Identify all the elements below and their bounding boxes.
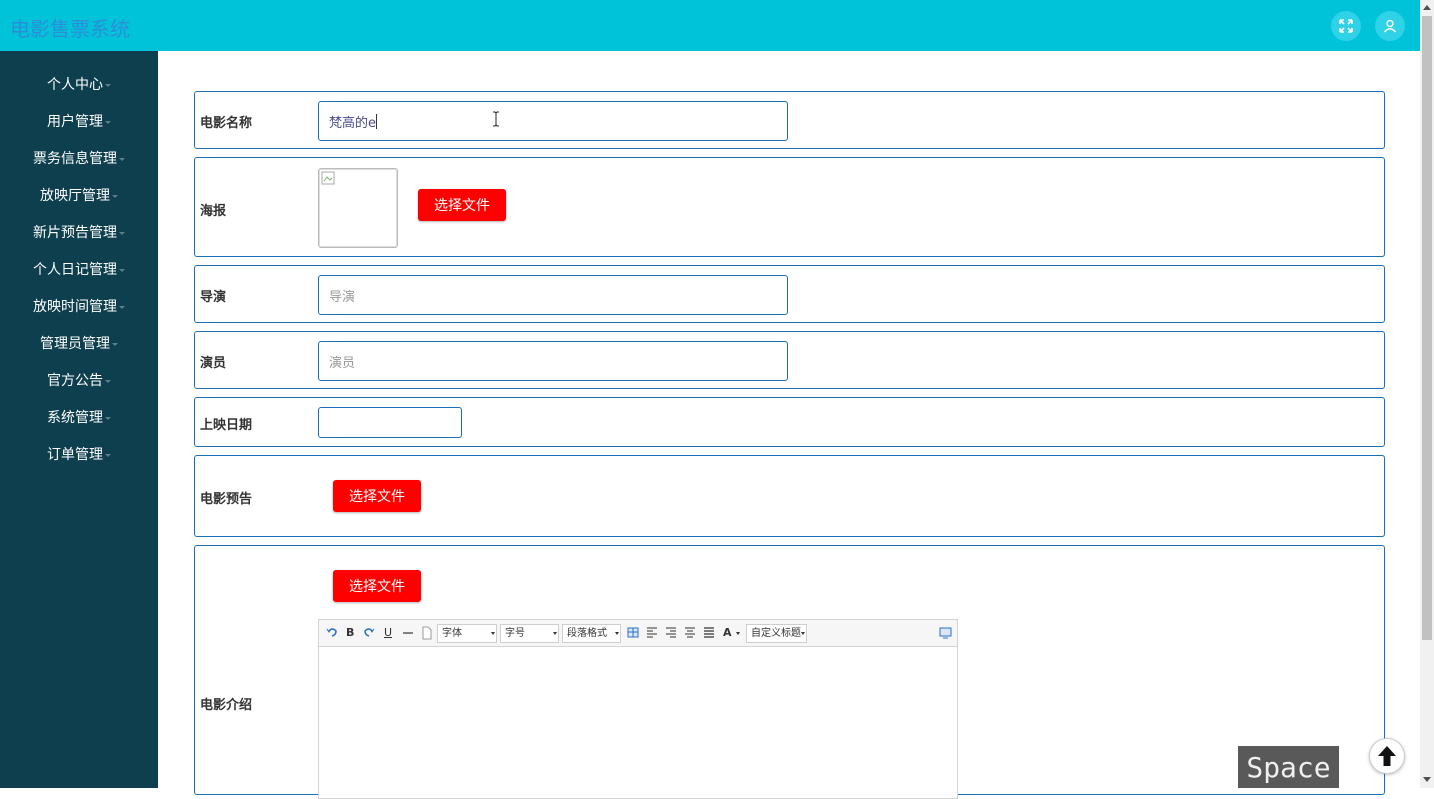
caret-down-icon [119, 305, 125, 309]
sidebar-item-admin-management[interactable]: 管理员管理 [0, 332, 158, 356]
horizontal-rule-icon[interactable] [402, 624, 414, 642]
fullscreen-button[interactable] [1331, 11, 1361, 41]
sidebar-item-ticket-management[interactable]: 票务信息管理 [0, 147, 158, 171]
movie-name-label: 电影名称 [200, 116, 253, 131]
sidebar-item-user-management[interactable]: 用户管理 [0, 110, 158, 134]
form-row-intro: 电影介绍 选择文件 B U 字体 字号 段落格式 A 自定义标题 [194, 545, 1385, 799]
editor-toolbar: B U 字体 字号 段落格式 A 自定义标题 [319, 620, 957, 647]
font-family-select[interactable]: 字体 [437, 624, 497, 643]
preview-icon[interactable] [939, 624, 952, 642]
trailer-label: 电影预告 [200, 492, 253, 507]
form-row-director: 导演 导演 [194, 265, 1385, 323]
chevron-down-icon [491, 632, 495, 635]
form-row-trailer: 电影预告 选择文件 [194, 455, 1385, 537]
fullscreen-icon [1339, 19, 1353, 33]
caret-down-icon [112, 194, 118, 198]
intro-label: 电影介绍 [200, 698, 253, 713]
font-size-select[interactable]: 字号 [500, 624, 559, 643]
font-color-button[interactable]: A [723, 624, 732, 642]
user-button[interactable] [1375, 11, 1405, 41]
key-press-badge: Space [1238, 746, 1339, 788]
caret-down-icon [119, 268, 125, 272]
caret-down-icon [119, 231, 125, 235]
sidebar-item-system-management[interactable]: 系统管理 [0, 406, 158, 430]
align-center-icon[interactable] [684, 624, 696, 642]
sidebar-item-hall-management[interactable]: 放映厅管理 [0, 184, 158, 208]
director-input[interactable]: 导演 [318, 275, 788, 315]
bold-button[interactable]: B [346, 624, 354, 642]
release-date-input[interactable] [318, 407, 462, 438]
text-cursor-icon [493, 111, 499, 127]
rich-text-editor: B U 字体 字号 段落格式 A 自定义标题 [318, 619, 958, 799]
arrow-up-icon [1378, 746, 1396, 766]
sidebar: 个人中心 用户管理 票务信息管理 放映厅管理 新片预告管理 个人日记管理 放映时… [0, 51, 158, 788]
scroll-down-icon[interactable] [1423, 777, 1431, 782]
caret-down-icon [119, 157, 125, 161]
director-label: 导演 [200, 290, 227, 305]
broken-image-icon [321, 171, 335, 185]
chevron-down-icon [736, 632, 740, 635]
user-icon [1383, 19, 1397, 33]
scrollbar-thumb[interactable] [1422, 16, 1432, 640]
actors-input[interactable]: 演员 [318, 341, 788, 381]
caret-down-icon [105, 416, 111, 420]
caret-down-icon [105, 379, 111, 383]
actors-label: 演员 [200, 356, 227, 371]
align-left-icon[interactable] [646, 624, 658, 642]
align-justify-icon[interactable] [703, 624, 715, 642]
movie-name-input[interactable]: 梵高的e [318, 101, 788, 141]
form-row-release-date: 上映日期 [194, 397, 1385, 447]
chevron-down-icon [801, 632, 805, 635]
sidebar-item-showtime-management[interactable]: 放映时间管理 [0, 295, 158, 319]
table-icon[interactable] [627, 624, 639, 642]
align-right-icon[interactable] [665, 624, 677, 642]
top-bar: 电影售票系统 [0, 0, 1420, 51]
undo-icon[interactable] [326, 624, 338, 642]
chevron-down-icon [553, 632, 557, 635]
form-row-movie-name: 电影名称 梵高的e [194, 91, 1385, 149]
app-title: 电影售票系统 [10, 17, 130, 41]
sidebar-item-announcements[interactable]: 官方公告 [0, 369, 158, 393]
paragraph-format-select[interactable]: 段落格式 [562, 624, 621, 643]
form-row-actors: 演员 演员 [194, 331, 1385, 389]
caret-down-icon [112, 342, 118, 346]
text-caret [376, 113, 377, 129]
chevron-down-icon [615, 632, 619, 635]
document-icon[interactable] [422, 624, 432, 642]
sidebar-item-trailer-management[interactable]: 新片预告管理 [0, 221, 158, 245]
poster-preview [318, 168, 398, 248]
sidebar-item-personal-center[interactable]: 个人中心 [0, 73, 158, 97]
caret-down-icon [105, 120, 111, 124]
trailer-choose-file-button[interactable]: 选择文件 [333, 480, 421, 512]
custom-title-select[interactable]: 自定义标题 [746, 624, 807, 643]
form-row-poster: 海报 选择文件 [194, 157, 1385, 257]
sidebar-item-diary-management[interactable]: 个人日记管理 [0, 258, 158, 282]
redo-icon[interactable] [363, 624, 375, 642]
scroll-up-icon[interactable] [1423, 5, 1431, 10]
caret-down-icon [105, 83, 111, 87]
caret-down-icon [105, 453, 111, 457]
underline-button[interactable]: U [384, 624, 392, 642]
release-date-label: 上映日期 [200, 418, 253, 433]
sidebar-item-order-management[interactable]: 订单管理 [0, 443, 158, 467]
back-to-top-button[interactable] [1369, 738, 1405, 774]
page-scrollbar[interactable] [1420, 0, 1434, 788]
poster-label: 海报 [200, 204, 227, 219]
poster-choose-file-button[interactable]: 选择文件 [418, 189, 506, 221]
intro-choose-file-button[interactable]: 选择文件 [333, 570, 421, 602]
